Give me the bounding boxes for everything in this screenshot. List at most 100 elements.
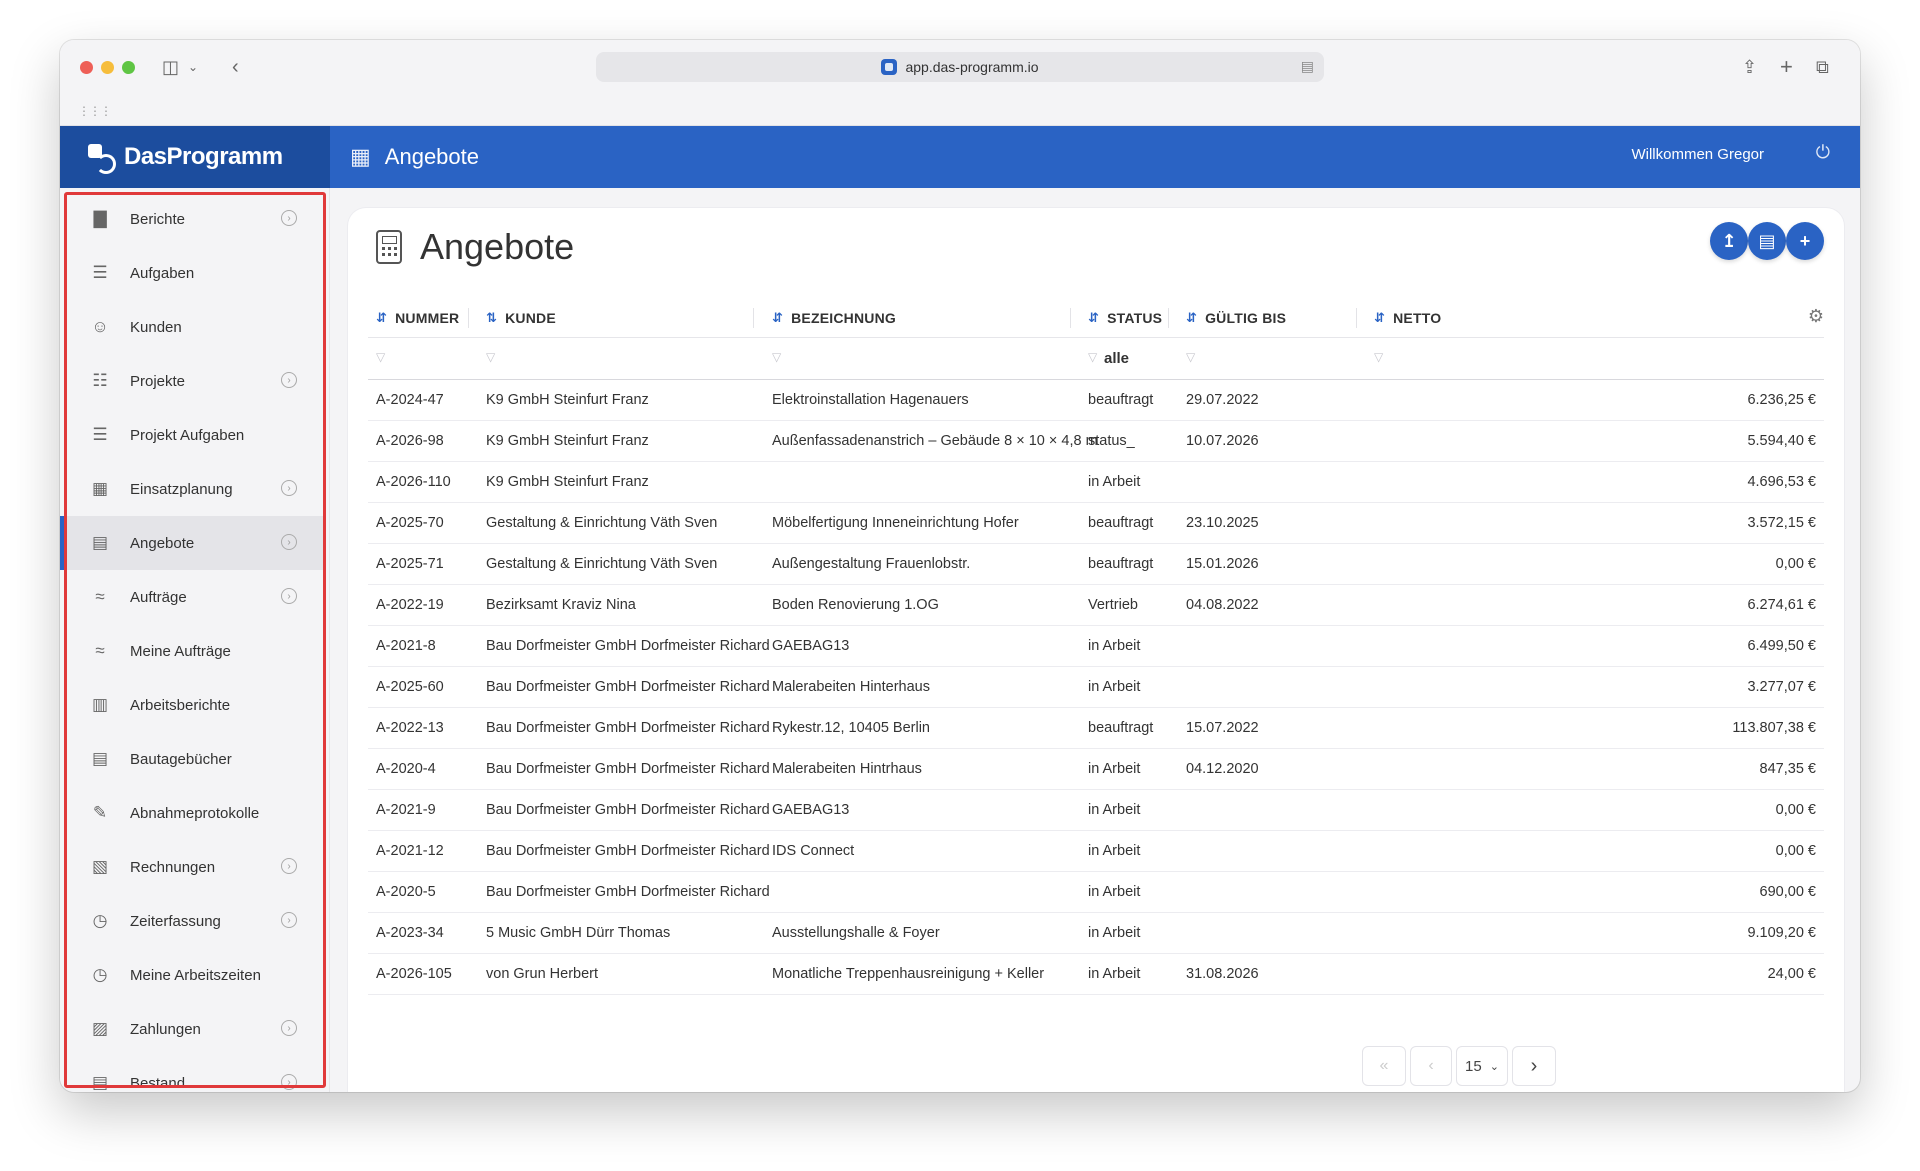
cell-bezeichnung: Außengestaltung Frauenlobstr. xyxy=(772,556,971,572)
sidebar-item-aufträge[interactable]: ≈ Aufträge › xyxy=(60,570,325,624)
chevron-right-icon[interactable]: › xyxy=(281,588,297,604)
sort-icon[interactable]: ⇵ xyxy=(1374,310,1385,326)
table-row[interactable]: A-2025-70 Gestaltung & Einrichtung Väth S… xyxy=(368,503,1824,544)
cell-status: in Arbeit xyxy=(1088,802,1141,818)
page-size-select[interactable]: 15 ⌄ xyxy=(1456,1046,1508,1086)
table-row[interactable]: A-2024-47 K9 GmbH Steinfurt Franz Elektroi… xyxy=(368,380,1824,421)
table-row[interactable]: A-2020-5 Bau Dorfmeister GmbH Dorfmeister… xyxy=(368,872,1824,913)
sort-icon[interactable]: ⇵ xyxy=(376,310,387,326)
maximize-window-button[interactable] xyxy=(122,61,135,74)
close-window-button[interactable] xyxy=(80,61,93,74)
cell-nummer: A-2023-34 xyxy=(376,925,444,941)
table-row[interactable]: A-2021-12 Bau Dorfmeister GmbH Dorfmeiste… xyxy=(368,831,1824,872)
new-tab-icon[interactable]: + xyxy=(1780,55,1793,79)
filter-icon[interactable]: ▽ xyxy=(1186,350,1195,364)
cell-nummer: A-2021-9 xyxy=(376,802,436,818)
address-bar[interactable]: app.das-programm.io ▤ xyxy=(596,52,1324,82)
cell-kunde: Bau Dorfmeister GmbH Dorfmeister Richard xyxy=(486,802,770,818)
chevron-down-icon[interactable]: ⌄ xyxy=(188,55,198,79)
sort-icon[interactable]: ⇵ xyxy=(1088,310,1099,326)
filter-icon[interactable]: ▽ xyxy=(486,350,495,364)
column-header-gueltig-bis[interactable]: ⇵ GÜLTIG BIS xyxy=(1186,298,1286,338)
column-header-nummer[interactable]: ⇵ NUMMER xyxy=(376,298,459,338)
sort-asc-icon[interactable]: ⇅ xyxy=(486,310,497,326)
table-row[interactable]: A-2022-13 Bau Dorfmeister GmbH Dorfmeiste… xyxy=(368,708,1824,749)
sidebar-item-label: Meine Aufträge xyxy=(130,642,231,660)
sort-icon[interactable]: ⇵ xyxy=(772,310,783,326)
sidebar-item-abnahmeprotokolle[interactable]: ✎ Abnahmeprotokolle xyxy=(60,786,325,840)
chevron-right-icon[interactable]: › xyxy=(281,372,297,388)
gear-icon[interactable]: ⚙ xyxy=(1808,306,1824,327)
cell-status: status_ xyxy=(1088,433,1135,449)
table-row[interactable]: A-2025-71 Gestaltung & Einrichtung Väth S… xyxy=(368,544,1824,585)
logo[interactable]: DasProgramm xyxy=(60,126,330,188)
first-page-button[interactable]: « xyxy=(1362,1046,1406,1086)
sidebar-item-meine-arbeitszeiten[interactable]: ◷ Meine Arbeitszeiten xyxy=(60,948,325,1002)
filter-icon[interactable]: ▽ xyxy=(772,350,781,364)
filter-icon[interactable]: ▽ xyxy=(1374,350,1383,364)
table-row[interactable]: A-2020-4 Bau Dorfmeister GmbH Dorfmeister… xyxy=(368,749,1824,790)
table-row[interactable]: A-2023-34 5 Music GmbH Dürr Thomas Ausstel… xyxy=(368,913,1824,954)
filter-icon[interactable]: ▽ xyxy=(376,350,385,364)
chart-icon: ▇ xyxy=(93,209,107,228)
cell-gueltig-bis: 15.01.2026 xyxy=(1186,556,1259,572)
previous-page-button[interactable]: ‹ xyxy=(1410,1046,1452,1086)
sort-icon[interactable]: ⇵ xyxy=(1186,310,1197,326)
sidebar-item-bautagebücher[interactable]: ▤ Bautagebücher xyxy=(60,732,325,786)
sidebar-item-projekte[interactable]: ☷ Projekte › xyxy=(60,354,325,408)
table-row[interactable]: A-2026-110 K9 GmbH Steinfurt Franz in Arbe… xyxy=(368,462,1824,503)
tabs-overview-icon[interactable]: ⧉ xyxy=(1816,55,1829,79)
share-icon[interactable]: ⇪ xyxy=(1742,55,1757,79)
sidebar-item-zeiterfassung[interactable]: ◷ Zeiterfassung › xyxy=(60,894,325,948)
sidebar-item-label: Projekt Aufgaben xyxy=(130,426,245,444)
power-icon[interactable]: ⏻ xyxy=(1816,142,1830,163)
back-icon[interactable]: ‹ xyxy=(232,55,239,79)
sidebar-item-bestand[interactable]: ▤ Bestand › xyxy=(60,1056,325,1092)
chevron-right-icon[interactable]: › xyxy=(281,1074,297,1090)
table-row[interactable]: A-2021-9 Bau Dorfmeister GmbH Dorfmeister… xyxy=(368,790,1824,831)
upload-button[interactable]: ↥ xyxy=(1710,222,1748,260)
chevron-right-icon[interactable]: › xyxy=(281,1020,297,1036)
sidebar-toggle-icon[interactable]: ◫ xyxy=(162,55,179,79)
cell-netto: 0,00 € xyxy=(1775,556,1816,572)
sidebar-item-aufgaben[interactable]: ☰ Aufgaben xyxy=(60,246,325,300)
sidebar-item-arbeitsberichte[interactable]: ▥ Arbeitsberichte xyxy=(60,678,325,732)
page-title-text: Angebote xyxy=(420,226,575,267)
table-row[interactable]: A-2022-19 Bezirksamt Kraviz Nina Boden Ren… xyxy=(368,585,1824,626)
minimize-window-button[interactable] xyxy=(101,61,114,74)
column-header-netto[interactable]: ⇵ NETTO xyxy=(1374,298,1441,338)
chevron-right-icon[interactable]: › xyxy=(281,210,297,226)
cell-gueltig-bis: 29.07.2022 xyxy=(1186,392,1259,408)
sidebar-item-zahlungen[interactable]: ▨ Zahlungen › xyxy=(60,1002,325,1056)
next-page-button[interactable]: › xyxy=(1512,1046,1556,1086)
cell-kunde: Bau Dorfmeister GmbH Dorfmeister Richard xyxy=(486,720,770,736)
column-header-kunde[interactable]: ⇅ KUNDE xyxy=(486,298,556,338)
table-row[interactable]: A-2021-8 Bau Dorfmeister GmbH Dorfmeister… xyxy=(368,626,1824,667)
sidebar-item-kunden[interactable]: ☺ Kunden xyxy=(60,300,325,354)
table-row[interactable]: A-2026-98 K9 GmbH Steinfurt Franz Außenfas… xyxy=(368,421,1824,462)
sidebar-item-einsatzplanung[interactable]: ▦ Einsatzplanung › xyxy=(60,462,325,516)
cell-status: in Arbeit xyxy=(1088,884,1141,900)
book-icon: ▤ xyxy=(91,749,109,768)
cell-kunde: von Grun Herbert xyxy=(486,966,599,982)
excel-export-button[interactable]: ▤ xyxy=(1748,222,1786,260)
sidebar-item-meine-aufträge[interactable]: ≈ Meine Aufträge xyxy=(60,624,325,678)
column-header-status[interactable]: ⇵ STATUS xyxy=(1088,298,1162,338)
reader-icon[interactable]: ▤ xyxy=(1301,58,1314,75)
project-icon: ☷ xyxy=(92,371,108,390)
chevron-right-icon[interactable]: › xyxy=(281,534,297,550)
sidebar-item-rechnungen[interactable]: ▧ Rechnungen › xyxy=(60,840,325,894)
chevron-right-icon[interactable]: › xyxy=(281,912,297,928)
sidebar-item-berichte[interactable]: ▇ Berichte › xyxy=(60,192,325,246)
table-row[interactable]: A-2025-60 Bau Dorfmeister GmbH Dorfmeiste… xyxy=(368,667,1824,708)
table-row[interactable]: A-2026-105 von Grun Herbert Monatliche Tre… xyxy=(368,954,1824,995)
chevron-right-icon[interactable]: › xyxy=(281,480,297,496)
sidebar-item-angebote[interactable]: ▤ Angebote › xyxy=(60,516,325,570)
filter-icon[interactable]: ▽ xyxy=(1088,350,1097,364)
column-header-bezeichnung[interactable]: ⇵ BEZEICHNUNG xyxy=(772,298,896,338)
chevron-right-icon[interactable]: › xyxy=(281,858,297,874)
grid-icon[interactable]: ⋮⋮⋮ xyxy=(78,104,112,118)
add-button[interactable]: + xyxy=(1786,222,1824,260)
status-filter-value[interactable]: alle xyxy=(1104,350,1129,367)
sidebar-item-projekt-aufgaben[interactable]: ☰ Projekt Aufgaben xyxy=(60,408,325,462)
